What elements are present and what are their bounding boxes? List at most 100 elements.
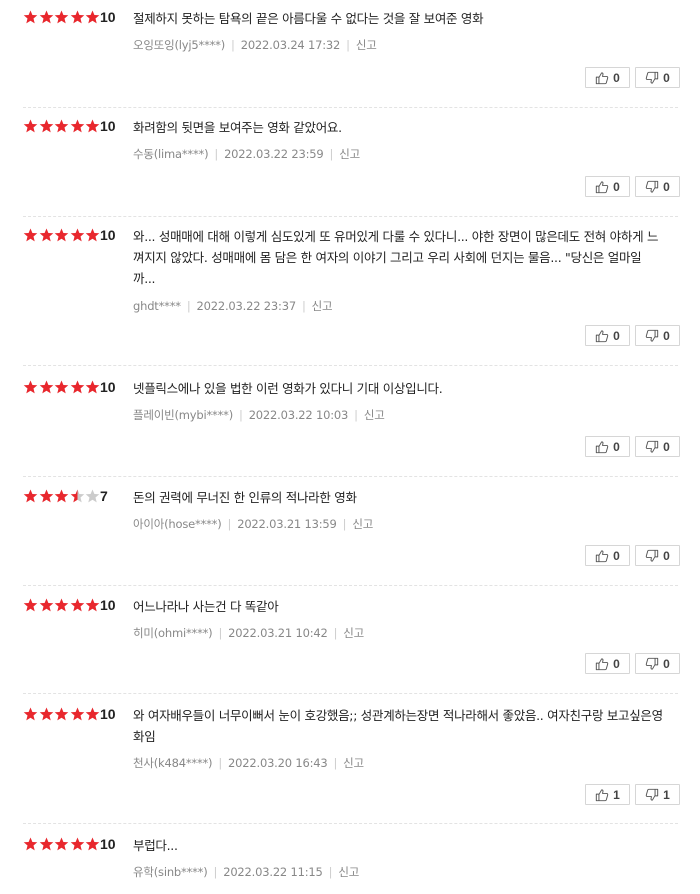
like-button[interactable]: 0 [585,67,630,88]
review-author: 오잉또잉(lyj5****) [133,38,226,52]
dislike-count: 0 [663,70,670,85]
review-author: 플레이빈(mybi****) [133,408,233,422]
meta-divider: | [213,865,218,879]
like-button[interactable]: 1 [585,784,630,805]
star-filled-icon [54,10,69,24]
review-author: 수동(lima****) [133,147,209,161]
like-button[interactable]: 0 [585,545,630,566]
review-date: 2022.03.22 23:37 [196,299,297,313]
star-filled-icon [54,489,69,503]
dislike-button[interactable]: 0 [635,325,680,346]
meta-divider: | [239,408,243,422]
meta-divider: | [346,38,350,52]
star-empty-icon [85,489,100,503]
meta-divider: | [218,626,223,640]
star-filled-icon [70,119,85,133]
star-filled-icon [70,228,85,242]
thumbs-up-icon [595,788,609,801]
star-filled-icon [23,10,38,24]
like-count: 0 [613,548,620,563]
meta-divider: | [333,756,338,770]
dislike-button[interactable]: 0 [635,653,680,674]
meta-divider: | [218,756,223,770]
meta-divider: | [301,299,306,313]
meta-divider: | [333,626,338,640]
star-rating [23,488,101,504]
review-score: 10 [100,118,116,134]
thumbs-down-icon [645,788,659,801]
star-filled-icon [70,707,85,721]
like-count: 1 [613,787,620,802]
review-divider [23,216,678,217]
star-filled-icon [39,380,54,394]
review-divider [23,585,678,586]
dislike-count: 0 [663,439,670,454]
star-filled-icon [23,380,38,394]
report-link[interactable]: 신고 [343,626,364,640]
review-divider [23,823,678,824]
vote-buttons: 0 0 [585,436,680,457]
report-link[interactable]: 신고 [343,756,364,770]
star-filled-icon [70,837,85,851]
vote-buttons: 0 0 [585,67,680,88]
star-filled-icon [85,10,100,24]
review-meta: 아이아(hose****) | 2022.03.21 13:59 | 신고 [133,517,373,531]
dislike-button[interactable]: 0 [635,67,680,88]
star-rating [23,118,101,134]
review-date: 2022.03.22 10:03 [248,408,349,422]
vote-buttons: 0 0 [585,653,680,674]
review-meta: 히미(ohmi****) | 2022.03.21 10:42 | 신고 [133,626,364,640]
review-score: 10 [100,597,116,613]
review-score: 7 [100,488,108,504]
review-divider [23,365,678,366]
meta-divider: | [186,299,191,313]
star-filled-icon [85,228,100,242]
like-button[interactable]: 0 [585,176,630,197]
vote-buttons: 0 0 [585,325,680,346]
vote-buttons: 0 0 [585,176,680,197]
star-rating [23,836,101,852]
dislike-button[interactable]: 0 [635,436,680,457]
like-count: 0 [613,179,620,194]
thumbs-up-icon [595,440,609,453]
review-meta: 유학(sinb****) | 2022.03.22 11:15 | 신고 [133,865,359,879]
review-author: 천사(k484****) [133,756,213,770]
like-count: 0 [613,656,620,671]
star-filled-icon [85,119,100,133]
dislike-count: 1 [663,787,670,802]
star-filled-icon [70,598,85,612]
review-text: 어느나라나 사는건 다 똑같아 [133,599,279,614]
star-filled-icon [39,10,54,24]
star-filled-icon [85,380,100,394]
star-filled-icon [85,598,100,612]
report-link[interactable]: 신고 [339,147,360,161]
report-link[interactable]: 신고 [312,299,333,313]
review-meta: 오잉또잉(lyj5****) | 2022.03.24 17:32 | 신고 [133,38,377,52]
star-filled-icon [23,119,38,133]
review-meta: ghdt**** | 2022.03.22 23:37 | 신고 [133,299,333,313]
meta-divider: | [227,517,232,531]
like-button[interactable]: 0 [585,653,630,674]
dislike-button[interactable]: 0 [635,545,680,566]
thumbs-up-icon [595,657,609,670]
report-link[interactable]: 신고 [364,408,385,422]
report-link[interactable]: 신고 [338,865,359,879]
review-meta: 수동(lima****) | 2022.03.22 23:59 | 신고 [133,147,360,161]
dislike-button[interactable]: 1 [635,784,680,805]
report-link[interactable]: 신고 [356,38,377,52]
review-score: 10 [100,836,116,852]
star-filled-icon [54,119,69,133]
review-divider [23,107,678,108]
review-text: 화려함의 뒷면을 보여주는 영화 같았어요. [133,120,342,135]
review-score: 10 [100,227,116,243]
review-author: 아이아(hose****) [133,517,222,531]
meta-divider: | [354,408,358,422]
review-author: 유학(sinb****) [133,865,208,879]
like-button[interactable]: 0 [585,325,630,346]
like-count: 0 [613,328,620,343]
dislike-button[interactable]: 0 [635,176,680,197]
like-button[interactable]: 0 [585,436,630,457]
vote-buttons: 1 1 [585,784,680,805]
report-link[interactable]: 신고 [352,517,373,531]
review-author: ghdt**** [133,299,181,313]
